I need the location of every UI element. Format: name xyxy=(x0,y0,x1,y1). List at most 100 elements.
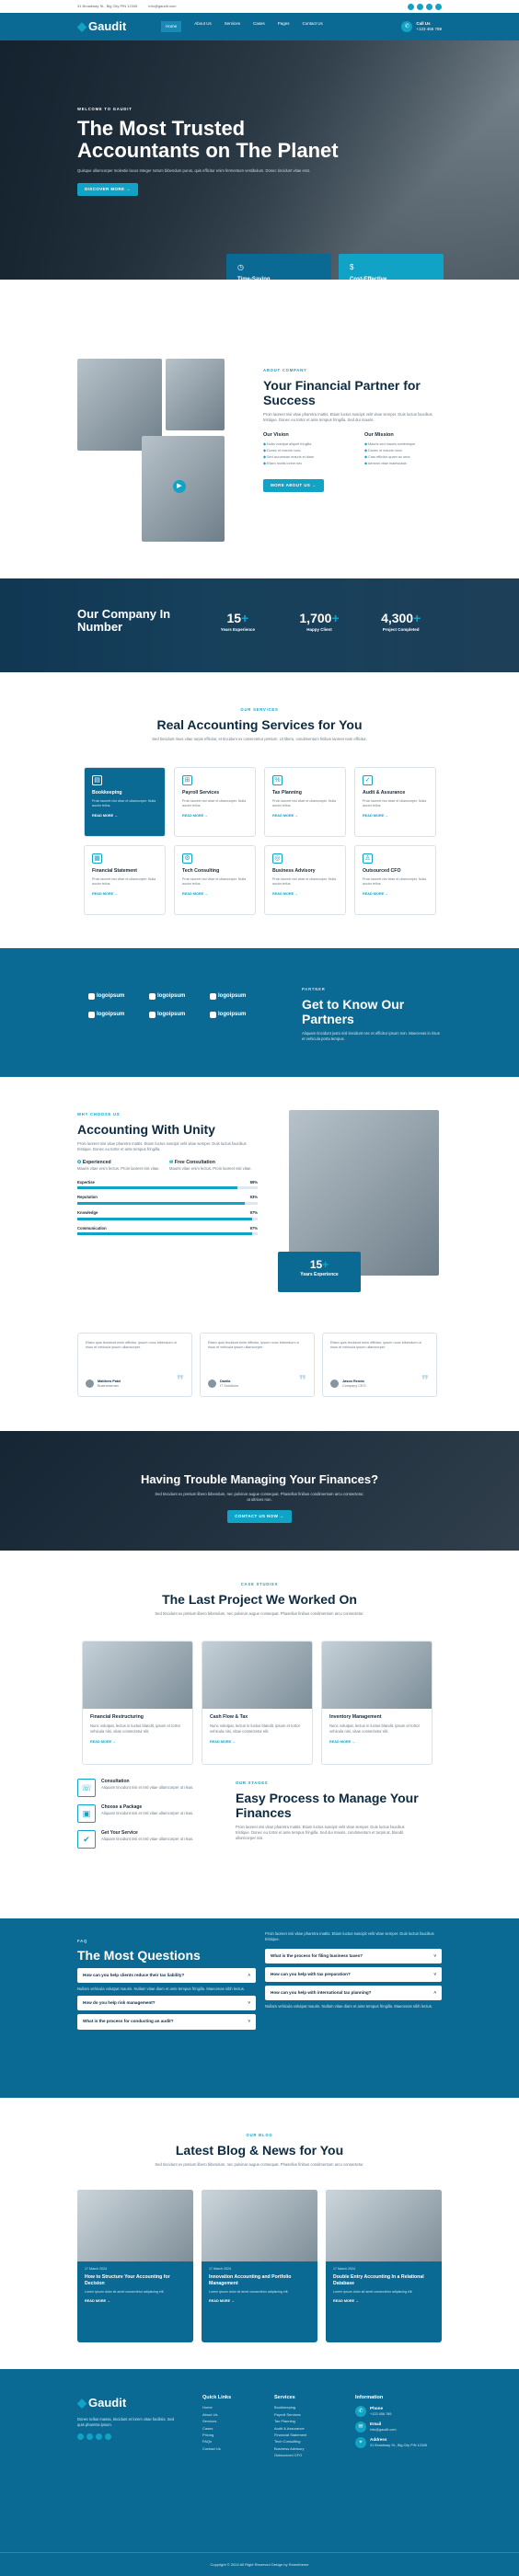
project-card[interactable]: Cash Flow & Tax Nunc volutpat, lectus in … xyxy=(202,1641,313,1765)
footer-link[interactable]: Financial Statement xyxy=(274,2433,306,2437)
faq-question[interactable]: What is the process for conducting an au… xyxy=(77,2014,256,2030)
hero-text: Quisque ullamcorper molestie lacus Integ… xyxy=(77,167,310,173)
phone-icon: ✆ xyxy=(355,2406,366,2418)
footer-link[interactable]: Tax Planning xyxy=(274,2419,306,2423)
read-more-link[interactable]: READ MORE → xyxy=(209,2299,310,2304)
read-more-link[interactable]: READ MORE → xyxy=(272,814,338,819)
service-text: Proin laoreet nisi vitae et ullamcorper.… xyxy=(92,799,156,808)
more-about-button[interactable]: MORE ABOUT US → xyxy=(263,479,324,493)
service-card[interactable]: ♙ Outsourced CFO Proin laoreet nisi vitae … xyxy=(354,845,436,915)
footer-link[interactable]: Services xyxy=(202,2419,231,2423)
footer-link[interactable]: Cases xyxy=(202,2426,231,2431)
chevron-up-icon: ˄ xyxy=(248,1972,250,1977)
service-card[interactable]: % Tax Planning Proin laoreet nisi vitae et… xyxy=(264,767,346,837)
nav-services[interactable]: Services xyxy=(225,21,240,32)
skill-fill xyxy=(77,1232,253,1236)
info-value[interactable]: info@gaudit.com xyxy=(370,2428,397,2433)
footer-link[interactable]: Home xyxy=(202,2405,231,2410)
discover-more-button[interactable]: DISCOVER MORE → xyxy=(77,183,139,197)
faq-question[interactable]: How can you help clients reduce their ta… xyxy=(77,1967,256,1983)
read-more-link[interactable]: READ MORE → xyxy=(182,892,248,897)
service-card[interactable]: ◎ Business Advisory Proin laoreet nisi vit… xyxy=(264,845,346,915)
nav-contact[interactable]: Contact Us xyxy=(303,21,323,32)
blog-card[interactable]: 17 March 2024 How to Structure Your Accou… xyxy=(77,2190,193,2342)
faq-question[interactable]: How can you help with tax preparation? ˅ xyxy=(265,1966,442,1982)
project-title: Cash Flow & Tax xyxy=(210,1714,248,1720)
blog-card[interactable]: 17 March 2024 Double Entry Accounting In … xyxy=(326,2190,442,2342)
service-card[interactable]: ⊞ Payroll Services Proin laoreet nisi vita… xyxy=(174,767,256,837)
twitter-icon[interactable] xyxy=(417,3,423,10)
email-icon: ✉ xyxy=(355,2421,366,2433)
service-card[interactable]: ▤ Bookkeeping Proin laoreet nisi vitae et … xyxy=(84,767,166,837)
footer-logo[interactable]: ◆ Gaudit xyxy=(77,2395,179,2411)
facebook-icon[interactable] xyxy=(408,3,414,10)
facebook-icon[interactable] xyxy=(77,2433,84,2441)
partner-logo[interactable]: logoipsum xyxy=(88,992,133,1000)
footer-link[interactable]: Bookkeeping xyxy=(274,2405,306,2410)
instagram-icon[interactable] xyxy=(435,3,442,10)
testimonial-role: Company CEO xyxy=(342,1383,366,1388)
instagram-icon[interactable] xyxy=(105,2433,111,2441)
project-card[interactable]: Inventory Management Nunc volutpat, lectu… xyxy=(321,1641,432,1765)
service-card[interactable]: ▦ Financial Statement Proin laoreet nisi v… xyxy=(84,845,166,915)
call-us[interactable]: ✆ Call Us +123 456 789 xyxy=(401,21,442,32)
partner-logo[interactable]: logoipsum xyxy=(210,1011,254,1018)
email-link[interactable]: info@gaudit.com xyxy=(148,4,176,8)
contact-us-button[interactable]: CONTACT US NOW → xyxy=(227,1510,292,1524)
footer-link[interactable]: Outsourced CFO xyxy=(274,2453,306,2457)
linkedin-icon[interactable] xyxy=(96,2433,102,2441)
read-more-link[interactable]: READ MORE → xyxy=(210,1740,305,1745)
projects-section: CASE STUDIES The Last Project We Worked … xyxy=(0,1551,519,1771)
skill-label: Expertise xyxy=(77,1179,95,1185)
partner-logo[interactable]: logoipsum xyxy=(88,1011,133,1018)
project-text: Nunc volutpat, lectus in luctus blandit,… xyxy=(210,1723,300,1735)
read-more-link[interactable]: READ MORE → xyxy=(92,814,157,819)
footer-link[interactable]: About Us xyxy=(202,2412,231,2417)
service-title: Payroll Services xyxy=(182,790,220,796)
skill-track xyxy=(77,1217,258,1220)
partner-logo[interactable]: logoipsum xyxy=(149,992,193,1000)
play-video-icon[interactable]: ▶ xyxy=(173,480,186,493)
process-eyebrow: OUR STAGES xyxy=(236,1780,269,1785)
project-card[interactable]: Financial Restructuring Nunc volutpat, le… xyxy=(82,1641,193,1765)
read-more-link[interactable]: READ MORE → xyxy=(329,1740,424,1745)
nav-cases[interactable]: Cases xyxy=(253,21,265,32)
read-more-link[interactable]: READ MORE → xyxy=(363,814,428,819)
step-text: Aliquam tincidunt nisi et nisl vitae ull… xyxy=(101,1784,194,1790)
testimonial-role: IT Solutions xyxy=(220,1383,238,1388)
read-more-link[interactable]: READ MORE → xyxy=(182,814,248,819)
footer-link[interactable]: FAQs xyxy=(202,2439,231,2444)
services-eyebrow: OUR SERVICES xyxy=(240,707,279,712)
read-more-link[interactable]: READ MORE → xyxy=(272,892,338,897)
faq-question[interactable]: How can you help with international tax … xyxy=(265,1985,442,2001)
site-logo[interactable]: ◆ Gaudit xyxy=(77,18,126,35)
faq-question[interactable]: How do you help risk management? ˅ xyxy=(77,1996,256,2011)
blog-card[interactable]: 17 March 2024 Innovation Accounting and P… xyxy=(202,2190,317,2342)
read-more-link[interactable]: READ MORE → xyxy=(92,892,157,897)
step-item: ☏ Consultation Aliquam tincidunt nisi et n… xyxy=(77,1779,215,1797)
partner-logo[interactable]: logoipsum xyxy=(210,992,254,1000)
footer-link[interactable]: Audit & Assurance xyxy=(274,2426,306,2431)
service-card[interactable]: ✓ Audit & Assurance Proin laoreet nisi vit… xyxy=(354,767,436,837)
read-more-link[interactable]: READ MORE → xyxy=(90,1740,185,1745)
nav-home[interactable]: Home xyxy=(161,20,182,33)
footer-link[interactable]: Contact Us xyxy=(202,2446,231,2451)
faq-question[interactable]: What is the process for filing business … xyxy=(265,1948,442,1963)
footer-link[interactable]: Tech Consulting xyxy=(274,2439,306,2444)
faq-question-text: How can you help with international tax … xyxy=(271,1989,372,1995)
nav-pages[interactable]: Pages xyxy=(278,21,290,32)
service-card[interactable]: ⚙ Tech Consulting Proin laoreet nisi vitae… xyxy=(174,845,256,915)
linkedin-icon[interactable] xyxy=(426,3,432,10)
stat-years: 15+ Years Experience xyxy=(197,610,279,633)
read-more-link[interactable]: READ MORE → xyxy=(85,2299,186,2304)
read-more-link[interactable]: READ MORE → xyxy=(333,2299,434,2304)
read-more-link[interactable]: READ MORE → xyxy=(363,892,428,897)
partner-logo[interactable]: logoipsum xyxy=(149,1011,193,1018)
skill-percent: 97% xyxy=(249,1225,258,1231)
footer-link[interactable]: Payroll Services xyxy=(274,2412,306,2417)
nav-about[interactable]: About Us xyxy=(194,21,212,32)
footer-link[interactable]: Business Advisory xyxy=(274,2446,306,2451)
twitter-icon[interactable] xyxy=(86,2433,93,2441)
footer-link[interactable]: Pricing xyxy=(202,2433,231,2437)
testimonial-quote: Etiam quis tincidunt enim efficitur, ips… xyxy=(330,1341,421,1350)
